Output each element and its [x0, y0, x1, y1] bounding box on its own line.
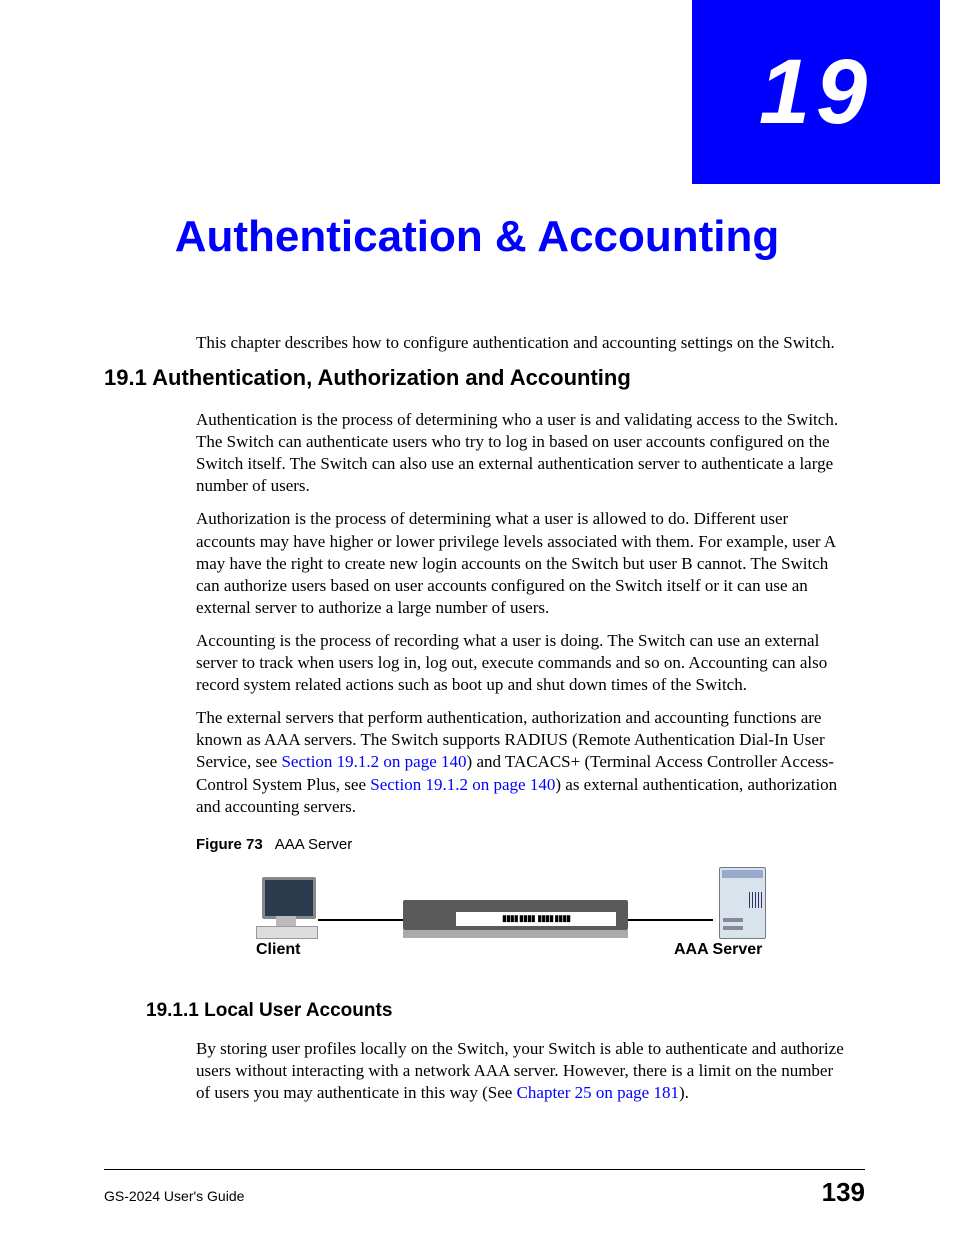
footer-guide-name: GS-2024 User's Guide — [104, 1188, 244, 1204]
figure-diagram: Client ▮▮▮▮ ▮▮▮▮ ▮▮▮▮ ▮▮▮▮ AAA Server — [256, 867, 786, 962]
paragraph: The external servers that perform authen… — [196, 707, 851, 817]
client-base-icon — [256, 926, 318, 939]
server-icon — [719, 867, 766, 939]
xref-link[interactable]: Section 19.1.2 on page 140 — [370, 775, 555, 794]
client-label: Client — [256, 941, 300, 959]
switch-ports-icon: ▮▮▮▮ ▮▮▮▮ ▮▮▮▮ ▮▮▮▮ — [456, 912, 616, 926]
figure-number: Figure 73 — [196, 836, 263, 853]
footer-page-number: 139 — [822, 1177, 865, 1208]
paragraph: Authentication is the process of determi… — [196, 409, 851, 497]
figure-title: AAA Server — [275, 836, 353, 853]
chapter-title: Authentication & Accounting — [0, 212, 954, 262]
section-heading-19-1: 19.1 Authentication, Authorization and A… — [104, 365, 851, 391]
paragraph: Authorization is the process of determin… — [196, 508, 851, 618]
connector-line — [628, 919, 713, 921]
xref-link[interactable]: Section 19.1.2 on page 140 — [281, 752, 466, 771]
chapter-number-box: 19 — [692, 0, 940, 184]
client-stand-icon — [276, 916, 296, 926]
connector-line — [318, 919, 403, 921]
client-monitor-icon — [262, 877, 316, 919]
xref-link[interactable]: Chapter 25 on page 181 — [517, 1083, 679, 1102]
figure-caption: Figure 73 AAA Server — [196, 836, 851, 853]
chapter-number: 19 — [759, 40, 873, 145]
chapter-intro: This chapter describes how to configure … — [196, 332, 851, 354]
section-heading-19-1-1: 19.1.1 Local User Accounts — [146, 1000, 851, 1022]
page-footer: GS-2024 User's Guide 139 — [104, 1169, 865, 1208]
server-label: AAA Server — [674, 941, 762, 959]
switch-base-icon — [403, 930, 628, 938]
paragraph: Accounting is the process of recording w… — [196, 630, 851, 696]
paragraph: By storing user profiles locally on the … — [196, 1038, 851, 1104]
